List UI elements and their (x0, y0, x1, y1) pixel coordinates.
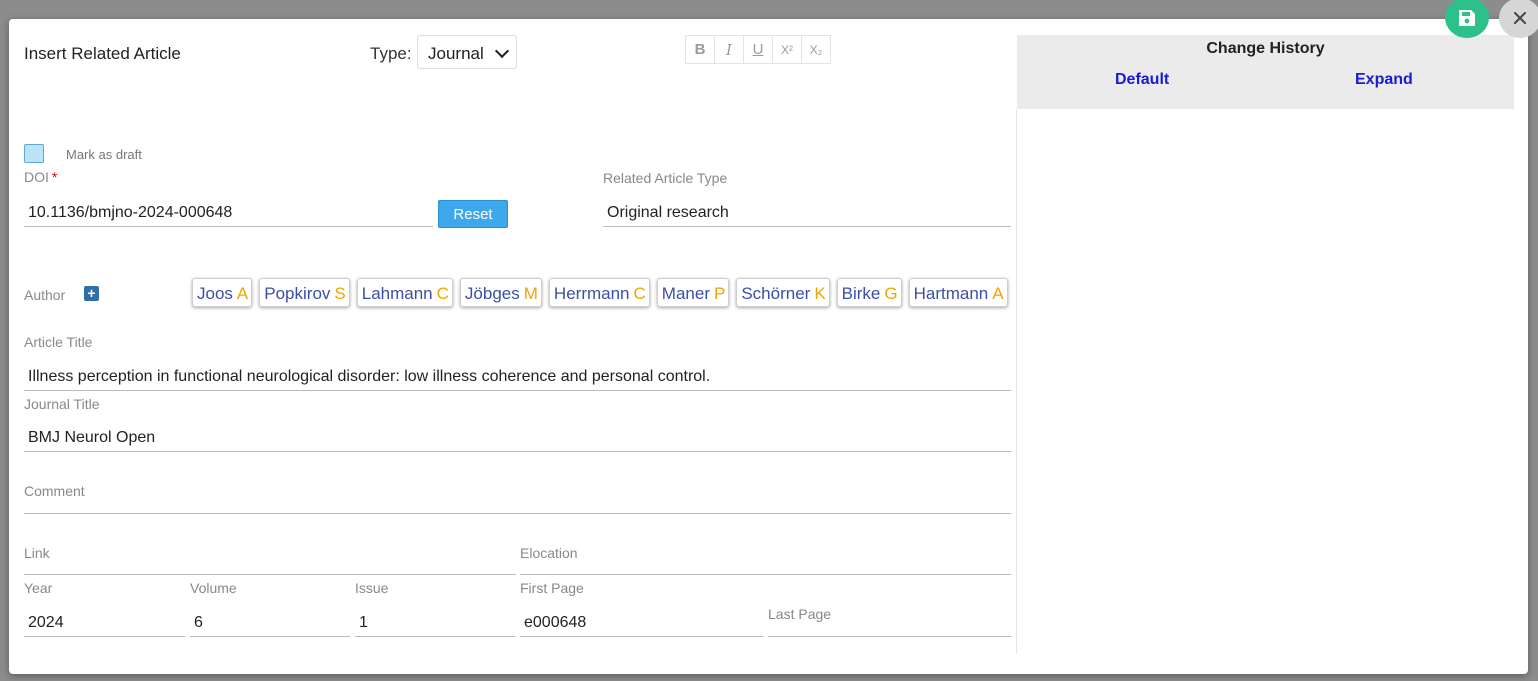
journal-title-label: Journal Title (24, 396, 100, 412)
plus-icon: + (87, 285, 96, 301)
subscript-button[interactable]: X₂ (802, 36, 830, 63)
change-history-title: Change History (1206, 40, 1325, 57)
author-chip[interactable]: Jöbges M (459, 278, 542, 307)
author-chip[interactable]: Herrmann C (548, 278, 650, 307)
volume-label: Volume (190, 580, 237, 596)
link-input[interactable] (24, 552, 516, 575)
close-icon (1514, 12, 1526, 24)
related-type-field[interactable]: Original research (603, 204, 1011, 227)
save-button[interactable] (1445, 0, 1489, 38)
required-mark: * (51, 169, 58, 185)
article-title-label: Article Title (24, 334, 93, 350)
history-expand-link[interactable]: Expand (1355, 71, 1413, 89)
doi-label: DOI * (24, 169, 58, 185)
italic-button[interactable]: I (715, 36, 744, 63)
doi-input[interactable]: 10.1136/bmjno-2024-000648 (24, 204, 433, 227)
type-select-value: Journal (428, 44, 484, 63)
dialog-title: Insert Related Article (24, 44, 181, 63)
panel-divider (1016, 109, 1017, 654)
first-page-label: First Page (520, 580, 584, 596)
author-chip[interactable]: Hartmann A (908, 278, 1008, 307)
draft-checkbox[interactable] (24, 144, 44, 163)
superscript-button[interactable]: X² (773, 36, 802, 63)
history-default-link[interactable]: Default (1115, 71, 1169, 89)
last-page-input[interactable] (768, 614, 1011, 637)
underline-button[interactable]: U (744, 36, 773, 63)
author-chip[interactable]: Popkirov S (259, 278, 350, 307)
author-chip[interactable]: Birke G (836, 278, 902, 307)
type-label: Type: (370, 44, 412, 63)
first-page-input[interactable]: e000648 (520, 614, 763, 637)
author-chip[interactable]: Schörner K (736, 278, 830, 307)
year-label: Year (24, 580, 53, 596)
volume-input[interactable]: 6 (190, 614, 350, 637)
author-list: Joos A Popkirov S Lahmann C Jöbges M Herrman… (192, 278, 1008, 307)
issue-input[interactable]: 1 (355, 614, 515, 637)
author-chip[interactable]: Maner P (656, 278, 730, 307)
author-chip[interactable]: Joos A (192, 278, 253, 307)
add-author-button[interactable]: + (84, 286, 99, 301)
related-type-label: Related Article Type (603, 170, 728, 186)
issue-label: Issue (355, 580, 389, 596)
format-toolbar: B I U X² X₂ (685, 35, 831, 64)
author-chip[interactable]: Lahmann C (356, 278, 453, 307)
journal-title-input[interactable]: BMJ Neurol Open (24, 429, 1011, 452)
article-title-input[interactable]: Illness perception in functional neurolo… (24, 368, 1011, 391)
type-select[interactable]: Journal (417, 35, 517, 69)
insert-related-article-dialog: Insert Related Article Type: Journal B I… (9, 0, 1538, 674)
reset-button[interactable]: Reset (438, 200, 508, 228)
chevron-down-icon (494, 43, 510, 59)
bold-button[interactable]: B (686, 36, 715, 63)
close-button[interactable] (1499, 0, 1538, 38)
author-label: Author (24, 287, 66, 303)
year-input[interactable]: 2024 (24, 614, 185, 637)
save-icon (1459, 9, 1475, 26)
change-history-panel: Change History Default Expand (1017, 35, 1514, 109)
elocation-input[interactable] (520, 552, 1011, 575)
draft-label: Mark as draft (66, 147, 142, 162)
comment-input[interactable] (24, 491, 1011, 514)
